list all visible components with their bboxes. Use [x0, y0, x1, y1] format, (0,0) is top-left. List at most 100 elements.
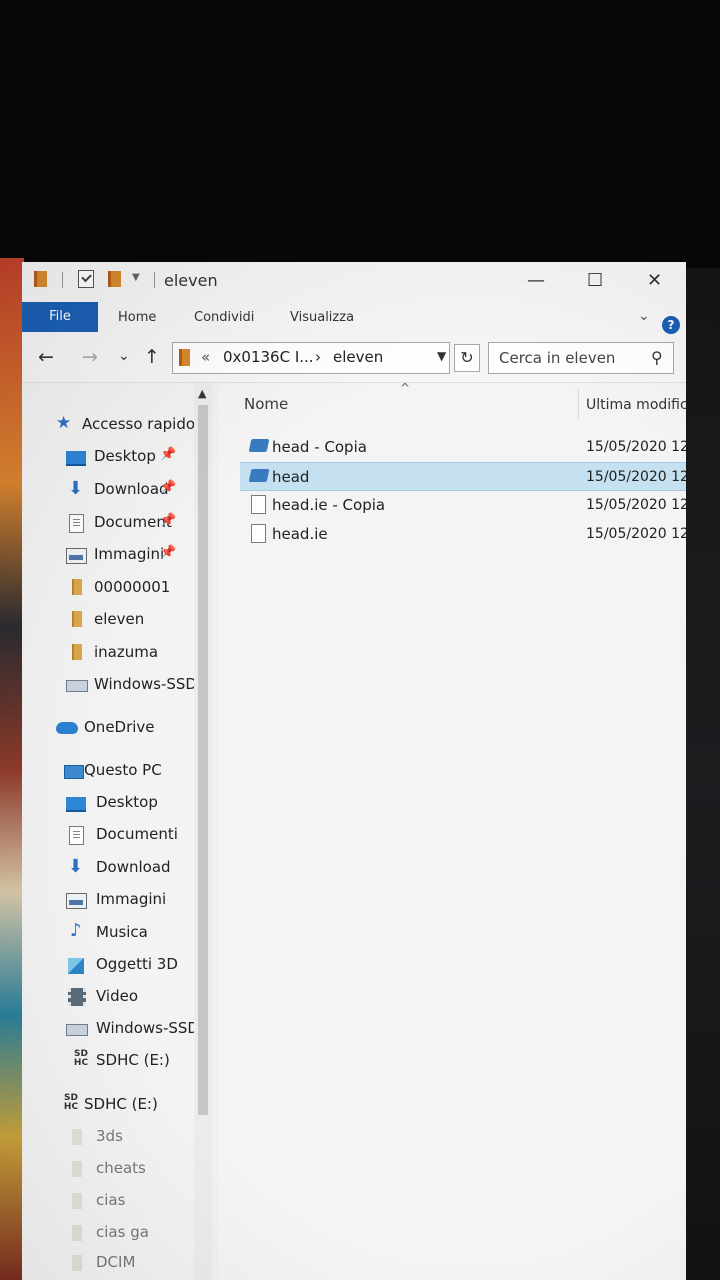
nav-item-desktop[interactable]: Desktop — [22, 789, 194, 819]
pictures-icon — [66, 548, 87, 564]
nav-item-download[interactable]: ⬇ Download 📌 — [22, 476, 194, 506]
chevron-down-icon[interactable]: ⌄ — [638, 308, 650, 324]
nav-item-dcim[interactable]: DCIM — [22, 1249, 194, 1279]
column-header-name[interactable]: Nome — [244, 395, 288, 413]
nav-item-00000001[interactable]: 00000001 — [22, 574, 194, 604]
nav-item-cias[interactable]: cias — [22, 1187, 194, 1217]
video-icon — [68, 988, 86, 1006]
pin-icon[interactable]: 📌 — [160, 447, 176, 462]
minimize-button[interactable]: — — [527, 270, 545, 291]
folder-icon — [72, 579, 82, 595]
documents-icon — [69, 826, 84, 845]
column-separator[interactable] — [578, 389, 579, 419]
address-dropdown-button[interactable]: ▼ — [437, 349, 446, 363]
nav-item-pictures[interactable]: Immagini 📌 — [22, 541, 194, 571]
nav-item-3d-objects[interactable]: Oggetti 3D — [22, 951, 194, 981]
nav-label: cias — [96, 1191, 126, 1209]
refresh-button[interactable]: ↻ — [454, 344, 480, 372]
nav-item-documents[interactable]: Documenti — [22, 821, 194, 851]
folder-icon — [72, 1129, 82, 1145]
nav-item-sdhc[interactable]: SD HC SDHC (E:) — [22, 1047, 194, 1077]
nav-item-inazuma[interactable]: inazuma — [22, 639, 194, 669]
nav-label: Oggetti 3D — [96, 955, 178, 973]
new-folder-button[interactable] — [108, 271, 121, 287]
file-date: 15/05/2020 12 — [586, 526, 686, 542]
recent-locations-button[interactable]: ⌄ — [118, 348, 130, 364]
nav-item-3ds[interactable]: 3ds — [22, 1123, 194, 1153]
nav-label: SDHC (E:) — [96, 1051, 170, 1069]
tab-home[interactable]: Home — [118, 310, 156, 325]
desktop-wallpaper-edge — [0, 258, 24, 1280]
path-overflow[interactable]: « — [201, 348, 210, 366]
tab-share[interactable]: Condividi — [194, 310, 254, 325]
scrollbar-thumb[interactable] — [198, 405, 208, 1115]
nav-this-pc[interactable]: Questo PC — [22, 757, 194, 787]
file-name: head — [272, 468, 310, 486]
address-bar[interactable]: « 0x0136C I... › eleven ▼ — [172, 342, 450, 374]
breadcrumb-segment[interactable]: 0x0136C I... — [223, 348, 314, 366]
nav-item-pictures[interactable]: Immagini — [22, 886, 194, 916]
nav-label: Immagini — [96, 890, 167, 908]
nav-label: Windows-SSD — [96, 1019, 194, 1037]
customize-quick-access-button[interactable]: ▼ — [132, 272, 140, 283]
drive-icon — [66, 1024, 88, 1036]
breadcrumb-segment[interactable]: eleven — [333, 348, 383, 366]
nav-item-windows-ssd[interactable]: Windows-SSD — [22, 671, 194, 701]
toolbar-separator — [62, 272, 63, 288]
nav-item-music[interactable]: ♪ Musica — [22, 919, 194, 949]
sd-card-icon: SD HC — [73, 1049, 89, 1068]
nav-sdhc-drive[interactable]: SD HC SDHC (E:) — [22, 1091, 194, 1121]
folder-icon — [72, 1225, 82, 1241]
folder-icon — [34, 271, 47, 287]
column-header-date[interactable]: Ultima modifica — [586, 397, 686, 413]
nav-label: Download — [94, 480, 169, 498]
nav-label: Accesso rapido — [82, 415, 196, 433]
file-name: head - Copia — [272, 438, 367, 456]
file-list-pane: ^ Nome Ultima modifica head - Copia 15/0… — [218, 381, 686, 1280]
nav-item-desktop[interactable]: Desktop 📌 — [22, 443, 194, 473]
close-button[interactable]: ✕ — [647, 270, 662, 291]
computer-icon — [64, 765, 84, 779]
nav-item-windows-ssd[interactable]: Windows-SSD — [22, 1015, 194, 1045]
nav-item-download[interactable]: ⬇ Download — [22, 854, 194, 884]
pin-icon[interactable]: 📌 — [160, 513, 176, 528]
search-icon[interactable]: ⚲ — [651, 348, 663, 367]
scroll-up-arrow-icon[interactable]: ▲ — [198, 387, 206, 400]
nav-item-cheats[interactable]: cheats — [22, 1155, 194, 1185]
file-row[interactable]: head.ie 15/05/2020 12 — [240, 520, 686, 549]
nav-pane-scrollbar[interactable]: ▲ — [194, 383, 212, 1280]
nav-label: 00000001 — [94, 578, 171, 596]
help-icon[interactable]: ? — [662, 316, 680, 334]
maximize-button[interactable]: ☐ — [587, 270, 603, 291]
nav-item-cias-ga[interactable]: cias ga — [22, 1219, 194, 1249]
back-button[interactable]: ← — [38, 346, 54, 368]
file-row-selected[interactable]: head 15/05/2020 12 — [240, 462, 686, 491]
navigation-pane: ★ Accesso rapido Desktop 📌 ⬇ Download 📌 … — [22, 383, 212, 1280]
nav-item-documents[interactable]: Document 📌 — [22, 509, 194, 539]
properties-button[interactable] — [78, 270, 94, 288]
nav-label: 3ds — [96, 1127, 123, 1145]
sd-card-icon: SD HC — [63, 1093, 79, 1112]
file-row[interactable]: head - Copia 15/05/2020 12 — [240, 433, 686, 462]
pin-icon[interactable]: 📌 — [160, 545, 176, 560]
pin-icon[interactable]: 📌 — [160, 480, 176, 495]
forward-button[interactable]: → — [82, 346, 98, 368]
search-input[interactable]: Cerca in eleven ⚲ — [488, 342, 674, 374]
nav-label: Musica — [96, 923, 148, 941]
tab-view[interactable]: Visualizza — [290, 310, 354, 325]
nav-label: Download — [96, 858, 171, 876]
nav-item-eleven[interactable]: eleven — [22, 606, 194, 636]
nav-onedrive[interactable]: OneDrive — [22, 714, 194, 744]
nav-label: Documenti — [96, 825, 178, 843]
up-button[interactable]: ↑ — [144, 346, 160, 368]
file-row[interactable]: head.ie - Copia 15/05/2020 12 — [240, 491, 686, 520]
nav-item-video[interactable]: Video — [22, 983, 194, 1013]
file-date: 15/05/2020 12 — [586, 439, 686, 455]
breadcrumb-separator[interactable]: › — [315, 348, 321, 366]
nav-label: eleven — [94, 610, 145, 628]
tab-file[interactable]: File — [22, 302, 98, 332]
file-date: 15/05/2020 12 — [586, 497, 686, 513]
nav-quick-access[interactable]: ★ Accesso rapido — [22, 411, 196, 441]
nav-label: cias ga — [96, 1223, 149, 1241]
nav-label: Desktop — [96, 793, 158, 811]
